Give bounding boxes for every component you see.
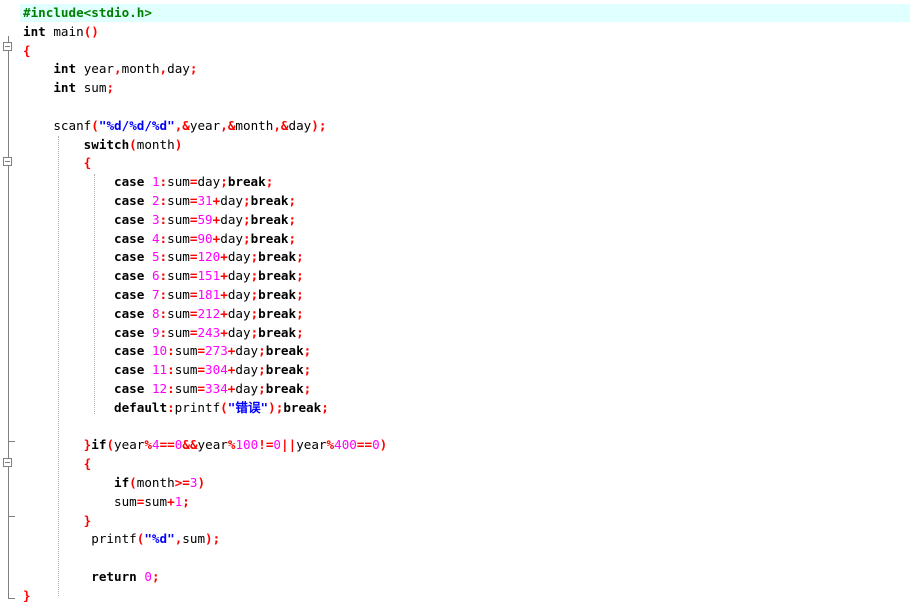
code-line[interactable]: #include<stdio.h>	[23, 4, 387, 23]
fold-end-switch	[8, 441, 15, 442]
code-line[interactable]: int main()	[23, 23, 387, 42]
code-line[interactable]: if(month>=3)	[23, 474, 387, 493]
code-line[interactable]: return 0;	[23, 568, 387, 587]
code-line[interactable]: {	[23, 455, 387, 474]
code-line[interactable]: case 1:sum=day;break;	[23, 173, 387, 192]
code-line[interactable]: }if(year%4==0&&year%100!=0||year%400==0)	[23, 436, 388, 455]
code-line[interactable]: scanf("%d/%d/%d",&year,&month,&day);	[23, 117, 387, 136]
fold-toggle-main[interactable]	[3, 42, 12, 51]
code-line[interactable]: switch(month)	[23, 136, 387, 155]
code-line[interactable]: case 11:sum=304+day;break;	[23, 361, 387, 380]
code-line[interactable]: sum=sum+1;	[23, 493, 387, 512]
code-line[interactable]: case 9:sum=243+day;break;	[23, 324, 387, 343]
fold-gutter	[0, 0, 18, 610]
code-line[interactable]: case 6:sum=151+day;break;	[23, 267, 387, 286]
fold-end-if	[8, 516, 15, 517]
code-line[interactable]: case 2:sum=31+day;break;	[23, 192, 387, 211]
code-line[interactable]: {	[23, 154, 387, 173]
source-code[interactable]: #include<stdio.h> int main(){ int year,mo…	[23, 4, 387, 606]
code-line[interactable]: int sum;	[23, 79, 387, 98]
code-editor[interactable]: #include<stdio.h> int main(){ int year,mo…	[0, 0, 910, 610]
code-line[interactable]: case 5:sum=120+day;break;	[23, 248, 387, 267]
code-line[interactable]: {	[23, 42, 387, 61]
code-line[interactable]: case 10:sum=273+day;break;	[23, 342, 387, 361]
code-line[interactable]: case 7:sum=181+day;break;	[23, 286, 387, 305]
code-line[interactable]: case 4:sum=90+day;break;	[23, 230, 387, 249]
code-line[interactable]	[23, 549, 387, 568]
code-line[interactable]: case 8:sum=212+day;break;	[23, 305, 387, 324]
code-line[interactable]: default:printf("错误");break;	[23, 399, 387, 418]
fold-line-main	[8, 36, 9, 599]
code-line[interactable]: }	[23, 512, 387, 531]
code-line[interactable]: int year,month,day;	[23, 60, 387, 79]
fold-toggle-if[interactable]	[3, 458, 12, 467]
code-line[interactable]	[23, 418, 387, 437]
fold-toggle-switch[interactable]	[3, 157, 12, 166]
code-line[interactable]: case 12:sum=334+day;break;	[23, 380, 387, 399]
fold-end-main	[8, 598, 15, 599]
code-line[interactable]: printf("%d",sum);	[23, 530, 387, 549]
code-line[interactable]	[23, 98, 387, 117]
code-line[interactable]: case 3:sum=59+day;break;	[23, 211, 387, 230]
code-line[interactable]: }	[23, 587, 387, 606]
